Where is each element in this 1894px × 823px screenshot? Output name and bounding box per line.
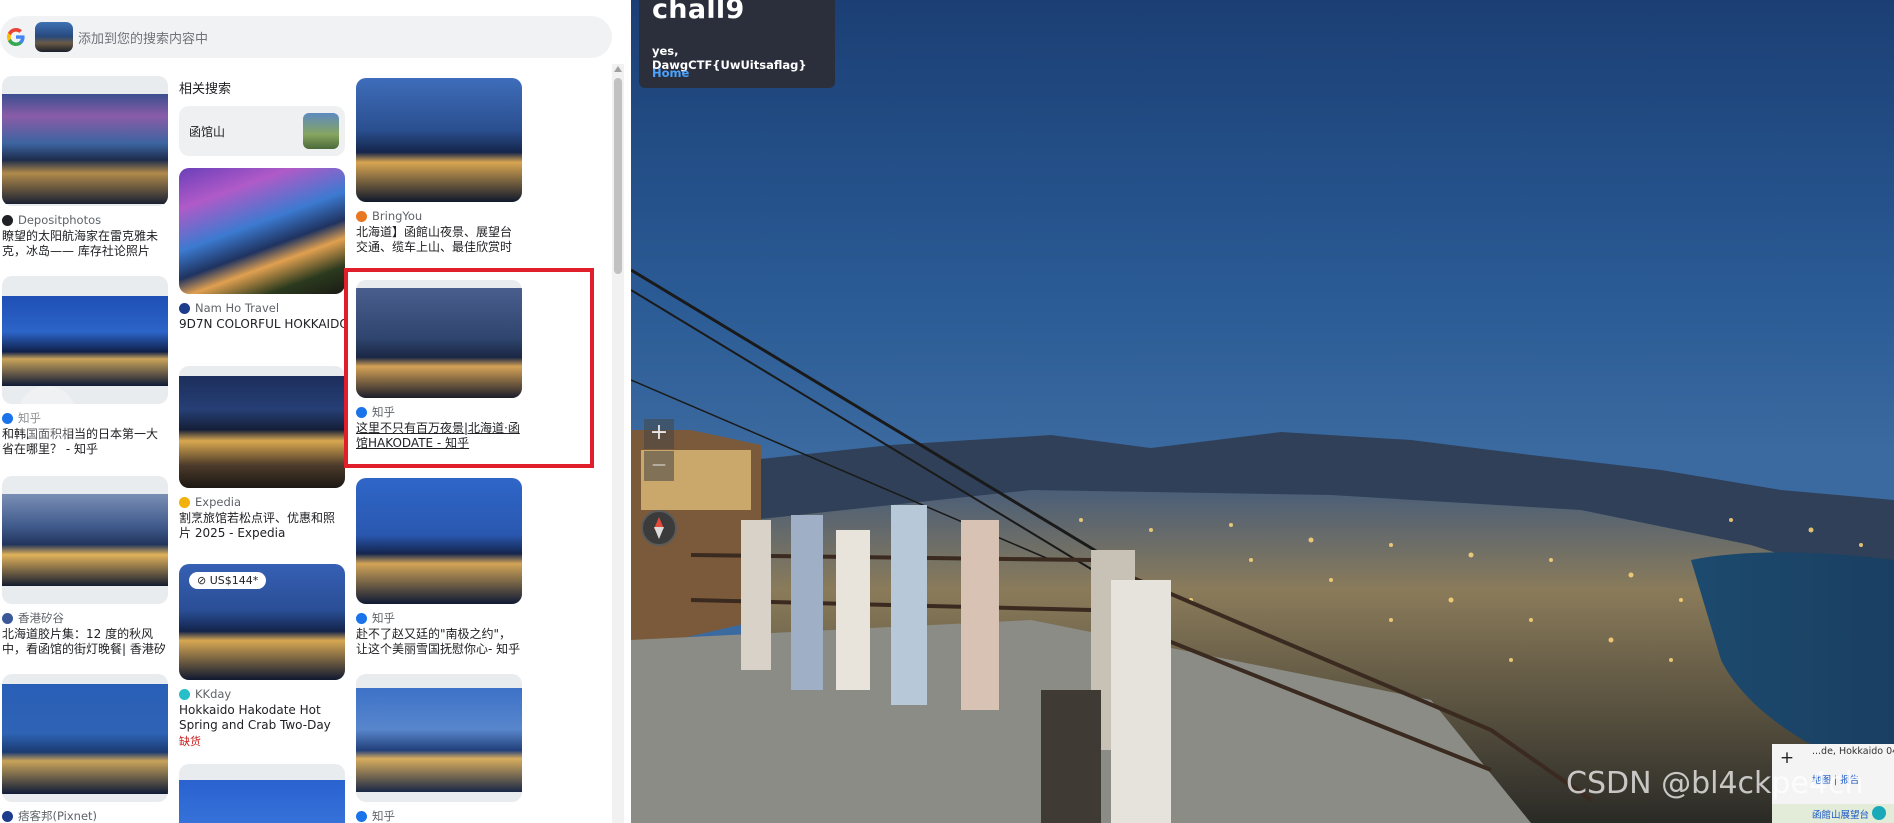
stock-status: 缺货 — [179, 735, 201, 748]
challenge-title: chall9 — [652, 0, 745, 25]
chevron-left-icon — [40, 405, 51, 425]
highlight-box — [344, 268, 594, 468]
related-search-thumbnail — [303, 113, 339, 149]
result-title[interactable]: 北海道胶片集：12 度的秋风中，看函馆的街灯晚餐| 香港矽谷 — [2, 627, 168, 657]
scroll-up-arrow-icon[interactable] — [614, 66, 622, 72]
result-title[interactable]: Hokkaido Hakodate Hot Spring and Crab Tw… — [179, 703, 345, 733]
result-card[interactable]: ⊘ US$144* KKday Hokkaido Hakodate Hot Sp… — [179, 564, 345, 749]
challenge-info-box: chall9 yes, DawgCTF{UwUitsaflag} Home — [639, 0, 835, 88]
related-search-label: 函馆山 — [189, 125, 226, 139]
result-source[interactable]: 香港矽谷 — [18, 610, 64, 626]
result-source[interactable]: KKday — [195, 687, 231, 701]
result-card[interactable]: 知乎 赴不了赵又廷的"南极之约"，让这个美丽雪国抚慰你心- 知乎 — [356, 478, 522, 657]
result-card[interactable]: Depositphotos 瞭望的太阳航海家在雷克雅未克，冰岛—— 库存社论照片… — [2, 76, 168, 259]
result-title[interactable]: 赴不了赵又廷的"南极之约"，让这个美丽雪国抚慰你心- 知乎 — [356, 627, 522, 657]
result-source[interactable]: Depositphotos — [18, 213, 101, 227]
watermark: CSDN @bl4ckpe4ch — [1566, 766, 1864, 801]
image-search-panel: 添加到您的搜索内容中 Depositphotos 瞭望的太阳航海家在雷克雅未克，… — [0, 0, 628, 823]
result-image[interactable] — [2, 276, 168, 404]
result-image[interactable] — [179, 366, 345, 488]
result-card[interactable]: 香港矽谷 北海道胶片集：12 度的秋风中，看函馆的街灯晚餐| 香港矽谷 — [2, 476, 168, 657]
result-card[interactable]: Nam Ho Travel 9D7N COLORFUL HOKKAIDO | N… — [179, 168, 345, 347]
search-bar[interactable]: 添加到您的搜索内容中 — [0, 16, 612, 58]
result-image[interactable] — [356, 478, 522, 604]
result-source[interactable]: 知乎 — [372, 610, 395, 626]
result-card[interactable] — [179, 764, 345, 823]
result-image[interactable] — [179, 764, 345, 823]
result-title[interactable]: 北海道】函館山夜景、展望台交通、缆车上山、最佳欣赏时间... — [356, 225, 522, 255]
related-searches-heading: 相关搜索 — [179, 82, 232, 97]
carousel-back-button[interactable] — [18, 386, 76, 444]
result-title[interactable]: 瞭望的太阳航海家在雷克雅未克，冰岛—— 库存社论照片©... — [2, 229, 168, 259]
street-view-panel[interactable]: chall9 yes, DawgCTF{UwUitsaflag} Home + … — [631, 0, 1894, 823]
scrollbar-thumb[interactable] — [614, 78, 622, 274]
map-place-label: 函館山展望台 — [1812, 810, 1870, 821]
zoom-out-button[interactable]: — — [644, 451, 674, 481]
result-card[interactable]: 知乎 — [356, 674, 522, 823]
search-image-thumbnail[interactable] — [35, 22, 73, 52]
result-image[interactable] — [2, 476, 168, 604]
compass-icon[interactable] — [641, 510, 677, 546]
result-source[interactable]: Expedia — [195, 495, 241, 509]
result-source[interactable]: BringYou — [372, 209, 422, 223]
result-title[interactable]: 9D7N COLORFUL HOKKAIDO | Nam Ho Travel — [179, 317, 345, 347]
price-tag: ⊘ US$144* — [189, 572, 267, 589]
zoom-in-button[interactable]: + — [644, 419, 674, 449]
search-input[interactable]: 添加到您的搜索内容中 — [78, 28, 208, 47]
result-image[interactable]: ⊘ US$144* — [179, 564, 345, 680]
result-source[interactable]: Nam Ho Travel — [195, 301, 279, 315]
home-link[interactable]: Home — [652, 66, 689, 80]
result-image[interactable] — [2, 674, 168, 802]
result-image[interactable] — [356, 78, 522, 202]
map-address: ...de, Hokkaido 040-0000 — [1812, 746, 1894, 757]
result-source[interactable]: 知乎 — [372, 808, 395, 823]
result-card[interactable]: Expedia 割烹旅馆若松点评、优惠和照片 2025 - Expedia — [179, 366, 345, 541]
google-g-icon — [7, 28, 25, 46]
result-title[interactable]: 割烹旅馆若松点评、优惠和照片 2025 - Expedia — [179, 511, 345, 541]
result-card[interactable]: BringYou 北海道】函館山夜景、展望台交通、缆车上山、最佳欣赏时间... — [356, 78, 522, 255]
result-source[interactable]: 痞客邦(Pixnet) — [18, 808, 97, 823]
result-image[interactable] — [2, 76, 168, 206]
panorama-image[interactable] — [631, 0, 1894, 823]
compass-needle-icon — [654, 517, 664, 539]
result-image[interactable] — [179, 168, 345, 294]
result-image[interactable] — [356, 674, 522, 802]
related-search-chip[interactable]: 函馆山 — [179, 106, 345, 156]
result-card[interactable]: 痞客邦(Pixnet) — [2, 674, 168, 823]
map-pin-icon[interactable] — [1872, 806, 1886, 820]
